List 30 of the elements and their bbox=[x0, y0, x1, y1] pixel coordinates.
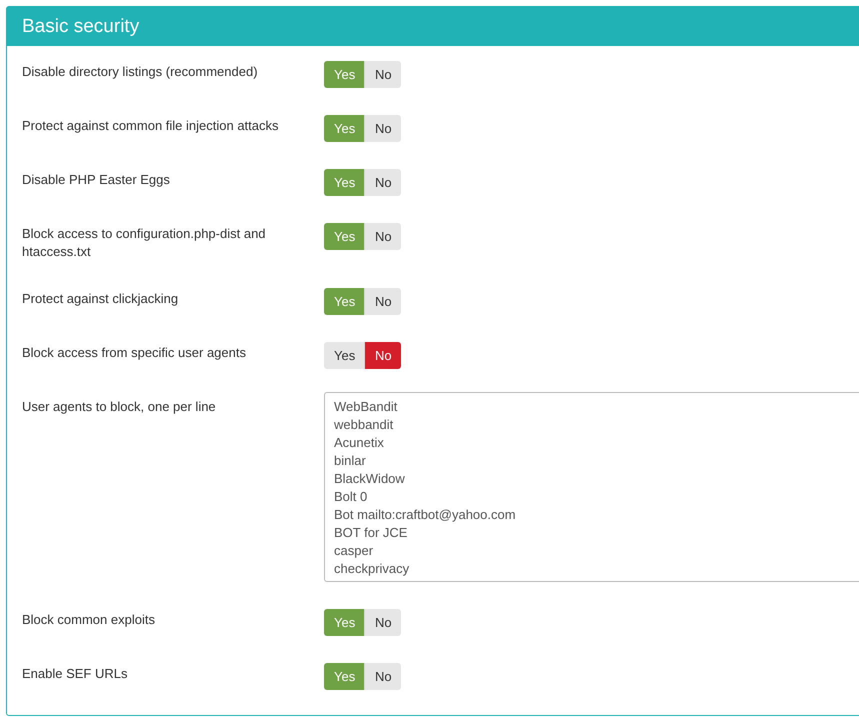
text-line: WebBandit bbox=[334, 398, 398, 416]
toggle-option[interactable]: No bbox=[365, 609, 401, 636]
setting-label: Protect against common file injection attacks bbox=[22, 117, 280, 135]
toggle-option[interactable]: No bbox=[365, 115, 401, 142]
toggle-option[interactable]: No bbox=[365, 61, 401, 88]
setting-label: Block access from specific user agents bbox=[22, 344, 247, 362]
text-area[interactable]: WebBandit webbandit Acunetix binlar BlackWidow Bolt 0 Bot mailto:craftbot@yahoo.com BOT for JCE casper checkprivacy bbox=[324, 392, 859, 582]
text-line: binlar bbox=[334, 452, 367, 470]
text-line: BOT for JCE bbox=[334, 524, 408, 542]
toggle-option[interactable]: Yes bbox=[324, 342, 365, 369]
toggle-option[interactable]: No bbox=[365, 663, 401, 690]
text-line: Bot mailto:craftbot@yahoo.com bbox=[334, 506, 517, 524]
text-line: webbandit bbox=[334, 416, 394, 434]
setting-label: Block common exploits bbox=[22, 611, 156, 629]
toggle-option[interactable]: No bbox=[365, 288, 401, 315]
toggle-option[interactable]: No bbox=[365, 169, 401, 196]
text-line: Acunetix bbox=[334, 434, 385, 452]
setting-label: User agents to block, one per line bbox=[22, 398, 217, 416]
toggle-option[interactable]: No bbox=[365, 223, 401, 250]
setting-label: Enable SEF URLs bbox=[22, 665, 128, 683]
setting-label: Protect against clickjacking bbox=[22, 290, 180, 308]
setting-label: Disable PHP Easter Eggs bbox=[22, 171, 171, 189]
text-line: casper bbox=[334, 542, 374, 560]
toggle-option[interactable]: No bbox=[365, 342, 401, 369]
panel-title: Basic security bbox=[22, 16, 140, 38]
text-line: BlackWidow bbox=[334, 470, 406, 488]
setting-label: Disable directory listings (recommended) bbox=[22, 63, 259, 81]
setting-label: Block access to configuration.php-dist and htaccess.txt bbox=[22, 225, 267, 261]
text-line: checkprivacy bbox=[334, 560, 410, 578]
text-line: Bolt 0 bbox=[334, 488, 368, 506]
